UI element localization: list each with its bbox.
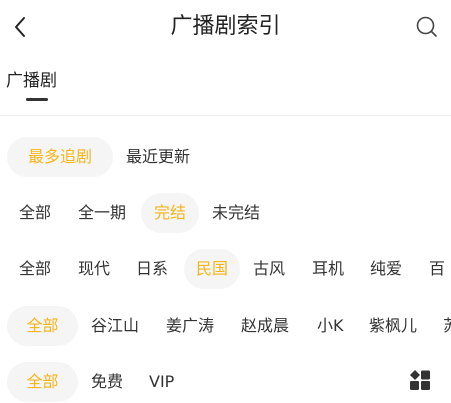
chip-genre-republic[interactable]: 民国 (184, 249, 240, 289)
chip-status-unfinished[interactable]: 未完结 (212, 193, 260, 233)
chip-genre-all[interactable]: 全部 (19, 249, 51, 289)
filter-row-cv: 全部 谷江山 姜广涛 赵成晨 小K 紫枫儿 苏 (0, 306, 451, 346)
filter-row-price: 全部 免费 VIP (0, 362, 451, 402)
chip-price-vip[interactable]: VIP (149, 362, 174, 402)
chip-status-finished[interactable]: 完结 (141, 193, 199, 233)
chip-sort-recent[interactable]: 最近更新 (126, 137, 190, 177)
chip-genre-ancient[interactable]: 古风 (253, 249, 285, 289)
filter-row-genre: 全部 现代 日系 民国 古风 耳机 纯爱 百 (0, 249, 451, 289)
chip-cv-all[interactable]: 全部 (7, 306, 78, 346)
chip-genre-headphone[interactable]: 耳机 (312, 249, 344, 289)
tab-active-indicator (26, 98, 48, 101)
grid-toggle-button[interactable] (408, 369, 432, 391)
search-button[interactable] (413, 13, 441, 41)
header: 广播剧索引 (0, 0, 451, 56)
divider (0, 115, 451, 116)
filter-row-sort: 最多追剧 最近更新 (0, 137, 451, 177)
chip-genre-japanese[interactable]: 日系 (136, 249, 168, 289)
chip-status-all[interactable]: 全部 (19, 193, 51, 233)
chip-genre-more[interactable]: 百 (429, 249, 445, 289)
tab-radio-drama[interactable]: 广播剧 (6, 68, 57, 94)
chip-cv-gujiangshan[interactable]: 谷江山 (91, 306, 139, 346)
chip-cv-zhaochengchen[interactable]: 赵成晨 (241, 306, 289, 346)
chip-cv-jiangguangtao[interactable]: 姜广涛 (166, 306, 214, 346)
chip-cv-zifenger[interactable]: 紫枫儿 (369, 306, 417, 346)
page-title: 广播剧索引 (170, 14, 281, 39)
chip-status-single[interactable]: 全一期 (78, 193, 126, 233)
filter-row-status: 全部 全一期 完结 未完结 (0, 193, 451, 233)
chip-price-free[interactable]: 免费 (91, 362, 123, 402)
search-icon (416, 16, 437, 37)
chip-price-all[interactable]: 全部 (7, 362, 78, 402)
chip-sort-most-followed[interactable]: 最多追剧 (7, 137, 113, 177)
tab-bar: 广播剧 (0, 66, 451, 114)
chip-genre-pure-love[interactable]: 纯爱 (370, 249, 402, 289)
grid-icon (410, 370, 430, 390)
chip-genre-modern[interactable]: 现代 (78, 249, 110, 289)
chip-cv-more[interactable]: 苏 (443, 306, 451, 346)
chip-cv-xiaok[interactable]: 小K (317, 306, 344, 346)
